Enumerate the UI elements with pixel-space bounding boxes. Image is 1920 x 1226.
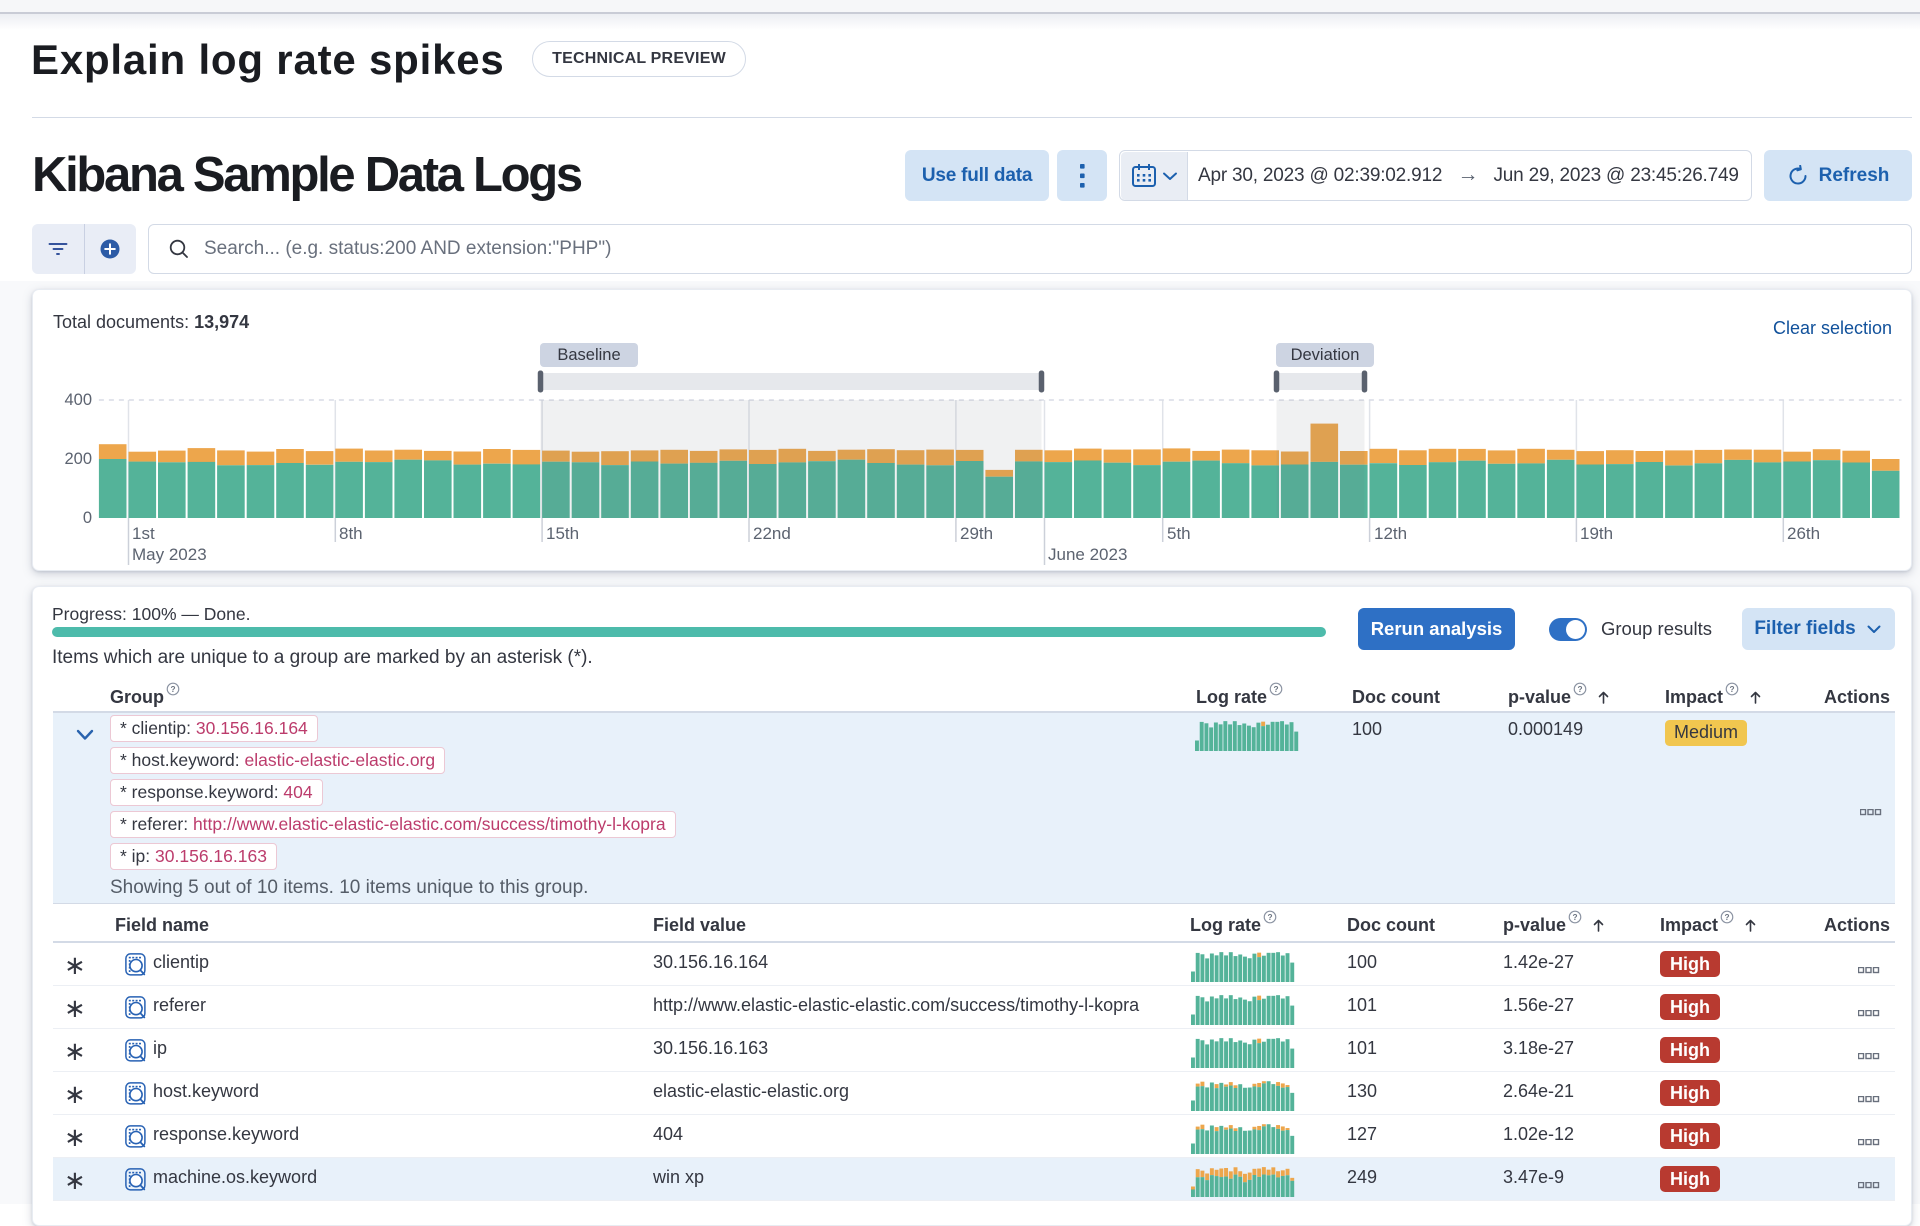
svg-text:?: ? xyxy=(170,684,175,694)
svg-text:?: ? xyxy=(1572,912,1577,922)
svg-text:?: ? xyxy=(1273,684,1278,694)
svg-text:?: ? xyxy=(1577,684,1582,694)
svg-text:?: ? xyxy=(1267,912,1272,922)
